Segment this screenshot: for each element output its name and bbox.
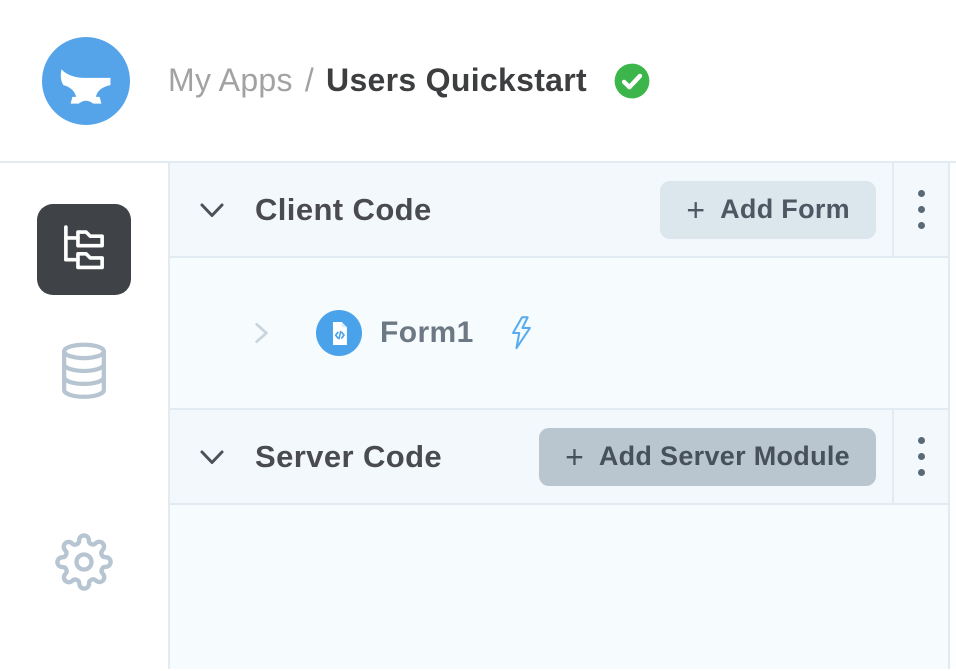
server-code-menu-button[interactable]: [894, 410, 948, 503]
client-code-header-main[interactable]: Client Code + Add Form: [170, 163, 892, 256]
plus-icon: +: [565, 441, 584, 473]
anvil-icon: [57, 52, 115, 110]
server-code-content: [170, 505, 948, 669]
anvil-editor-window: My Apps / Users Quickstart: [0, 0, 956, 671]
app-files-panel: Client Code + Add Form: [170, 163, 948, 669]
sidebar-item-data-tables[interactable]: [37, 325, 131, 416]
chevron-down-icon[interactable]: [196, 194, 228, 226]
gear-icon: [53, 531, 115, 593]
kebab-dot: [918, 469, 925, 476]
sidebar-item-settings[interactable]: [37, 516, 131, 607]
add-form-button[interactable]: + Add Form: [660, 181, 876, 239]
sidebar-nav: [0, 163, 170, 669]
panel-right-edge: [948, 163, 956, 669]
plus-icon: +: [686, 194, 705, 226]
folder-tree-icon: [53, 219, 115, 281]
kebab-dot: [918, 437, 925, 444]
kebab-dot: [918, 206, 925, 213]
form-file-icon: [316, 310, 362, 356]
breadcrumb-app-name[interactable]: Users Quickstart: [326, 62, 587, 99]
top-header: My Apps / Users Quickstart: [0, 0, 956, 163]
client-code-menu-button[interactable]: [894, 163, 948, 256]
add-server-module-button[interactable]: + Add Server Module: [539, 428, 876, 486]
breadcrumb-separator: /: [305, 62, 314, 99]
client-code-title: Client Code: [255, 192, 432, 228]
client-code-content: Form1: [170, 258, 948, 410]
chevron-right-icon[interactable]: [248, 319, 274, 347]
server-code-section-header: Server Code + Add Server Module: [170, 410, 948, 505]
database-icon: [53, 340, 115, 402]
lightning-icon[interactable]: [508, 315, 535, 351]
form1-label[interactable]: Form1: [380, 316, 474, 350]
anvil-logo[interactable]: [42, 37, 130, 125]
form1-tree-item[interactable]: Form1: [170, 310, 535, 356]
server-code-title: Server Code: [255, 439, 442, 475]
kebab-dot: [918, 453, 925, 460]
sidebar-item-app-files[interactable]: [37, 204, 131, 295]
chevron-down-icon[interactable]: [196, 441, 228, 473]
kebab-dot: [918, 190, 925, 197]
kebab-dot: [918, 222, 925, 229]
check-badge-icon: [613, 62, 651, 100]
breadcrumb: My Apps / Users Quickstart: [168, 62, 587, 99]
client-code-section-header: Client Code + Add Form: [170, 163, 948, 258]
server-code-header-main[interactable]: Server Code + Add Server Module: [170, 410, 892, 503]
editor-body: Client Code + Add Form: [0, 163, 956, 669]
breadcrumb-my-apps[interactable]: My Apps: [168, 62, 293, 99]
